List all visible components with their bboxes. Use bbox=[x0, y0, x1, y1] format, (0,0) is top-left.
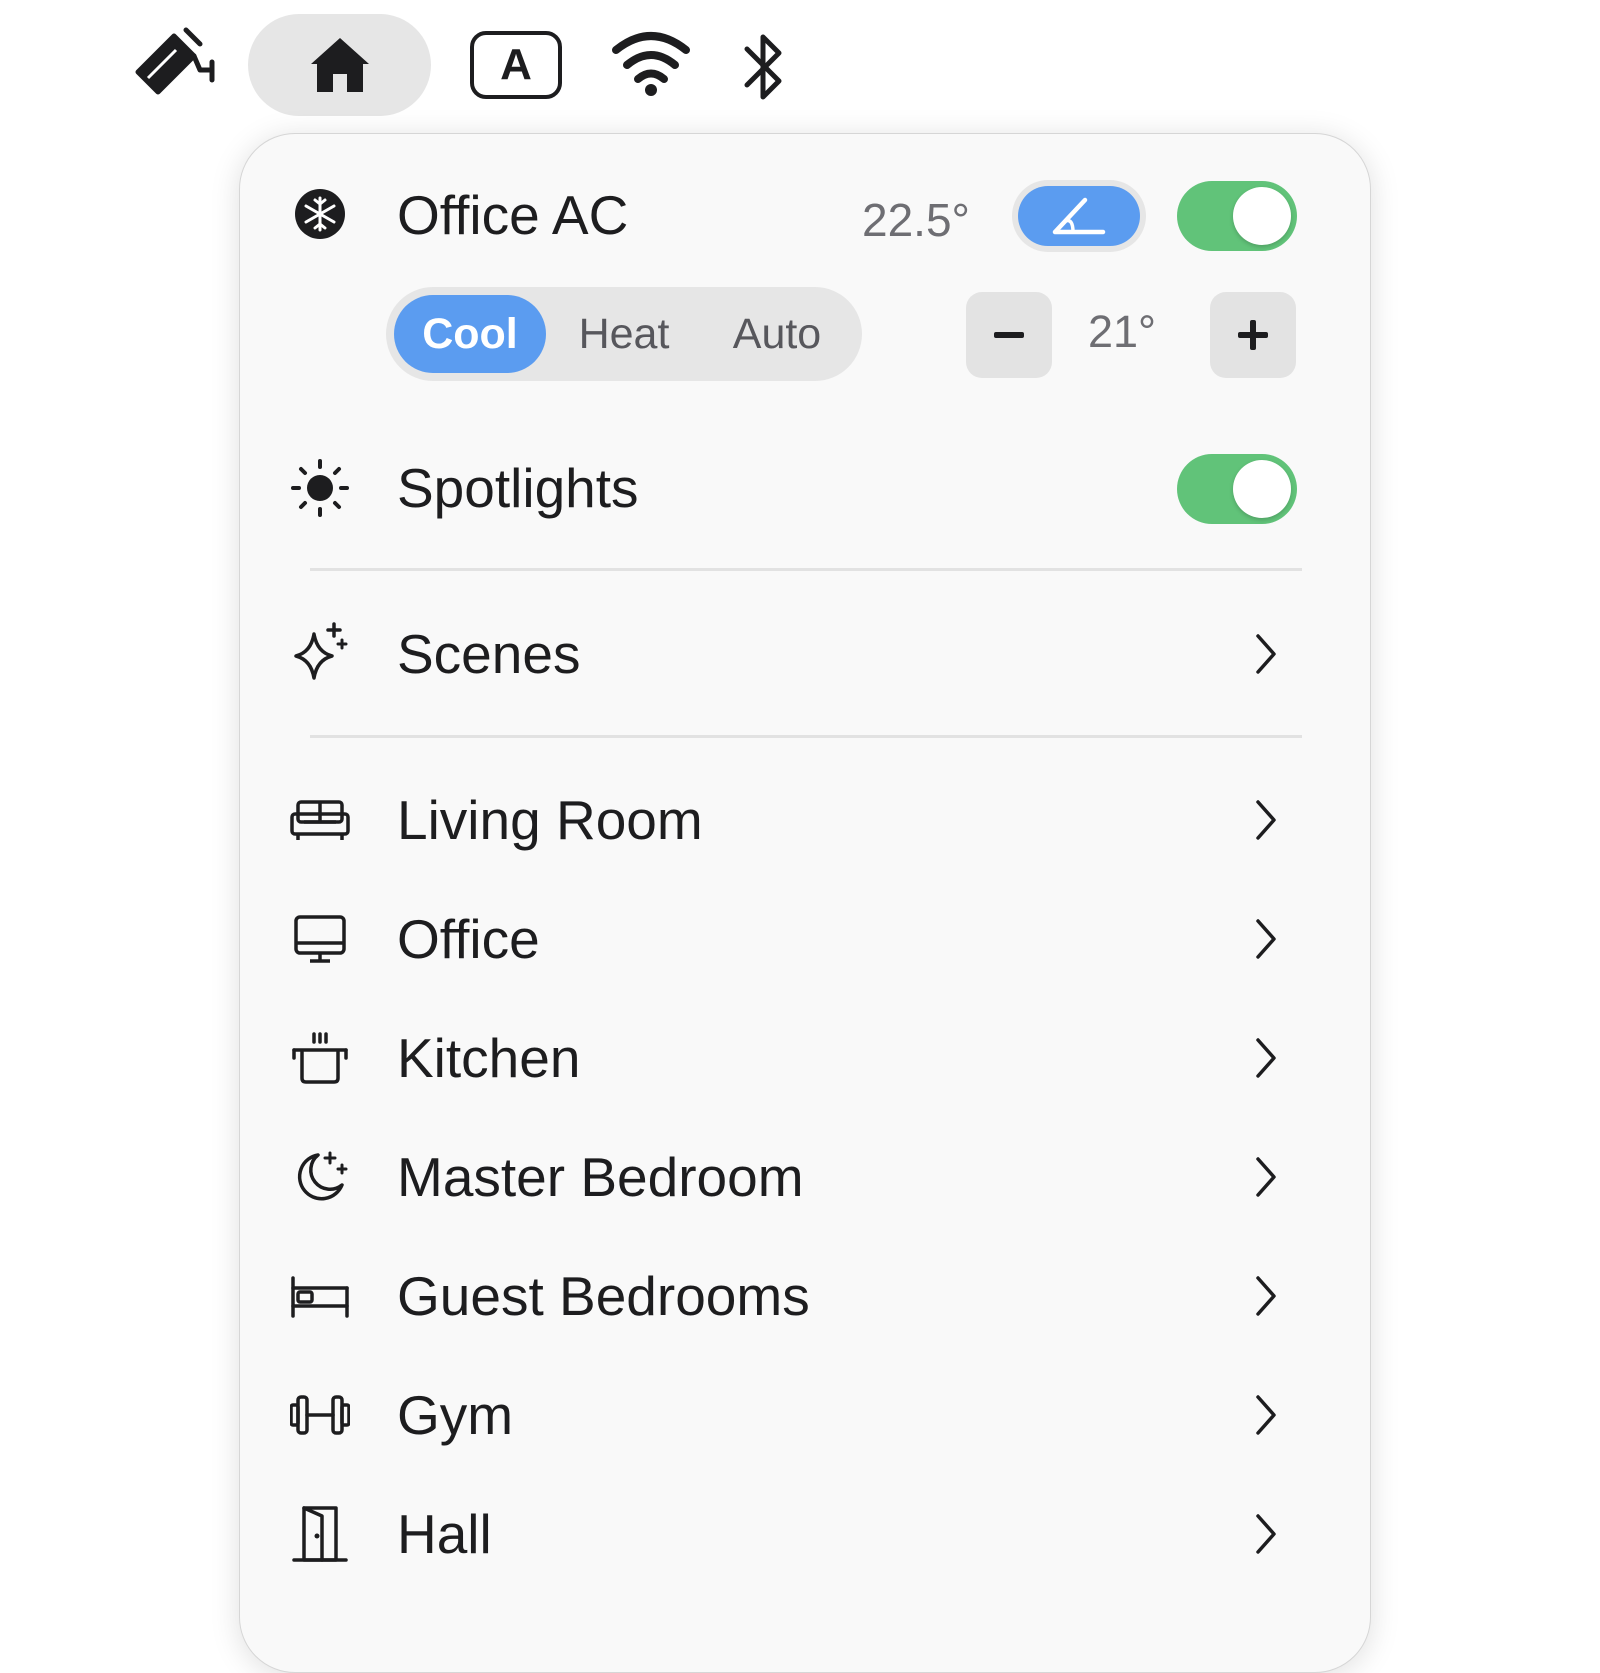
room-label: Living Room bbox=[397, 789, 703, 851]
dumbbell-icon bbox=[290, 1385, 350, 1445]
chevron-right-icon bbox=[1256, 1276, 1276, 1316]
moon-stars-icon bbox=[290, 1147, 350, 1207]
chevron-right-icon bbox=[1256, 1038, 1276, 1078]
spotlights-label: Spotlights bbox=[397, 457, 639, 519]
home-control-panel: Office AC 22.5° Cool Heat Auto 21° Spotl… bbox=[239, 133, 1371, 1673]
sun-icon bbox=[290, 458, 350, 518]
room-label: Gym bbox=[397, 1384, 514, 1446]
divider bbox=[310, 735, 1302, 738]
security-camera-icon[interactable] bbox=[128, 20, 218, 100]
home-menu-button[interactable] bbox=[248, 14, 431, 116]
room-label: Guest Bedrooms bbox=[397, 1265, 810, 1327]
door-icon bbox=[290, 1504, 350, 1564]
mode-cool-option[interactable]: Cool bbox=[394, 295, 546, 373]
ac-name: Office AC bbox=[397, 184, 629, 246]
plus-icon bbox=[1238, 320, 1268, 350]
keyboard-input-menu[interactable]: A bbox=[466, 26, 566, 104]
room-label: Master Bedroom bbox=[397, 1146, 804, 1208]
chevron-right-icon bbox=[1256, 1395, 1276, 1435]
temperature-increment-button[interactable] bbox=[1210, 292, 1296, 378]
ac-mode-selector: Cool Heat Auto bbox=[386, 287, 862, 381]
spotlights-toggle[interactable] bbox=[1177, 454, 1297, 524]
chevron-right-icon bbox=[1256, 800, 1276, 840]
room-label: Office bbox=[397, 908, 540, 970]
keyboard-input-icon: A bbox=[470, 31, 562, 99]
input-source-label: A bbox=[500, 40, 532, 89]
room-label: Hall bbox=[397, 1503, 492, 1565]
toggle-knob bbox=[1233, 460, 1291, 518]
bed-icon bbox=[290, 1266, 350, 1326]
wifi-icon[interactable] bbox=[610, 28, 692, 100]
target-temperature: 21° bbox=[1088, 306, 1157, 357]
toggle-knob bbox=[1233, 187, 1291, 245]
temperature-decrement-button[interactable] bbox=[966, 292, 1052, 378]
chevron-right-icon bbox=[1256, 919, 1276, 959]
sofa-icon bbox=[290, 790, 350, 850]
mode-heat-option[interactable]: Heat bbox=[554, 295, 694, 373]
cooking-pot-icon bbox=[290, 1028, 350, 1088]
room-label: Kitchen bbox=[397, 1027, 581, 1089]
ac-swing-button[interactable] bbox=[1012, 180, 1146, 252]
minus-icon bbox=[994, 332, 1024, 338]
mode-auto-option[interactable]: Auto bbox=[704, 295, 850, 373]
desktop-computer-icon bbox=[290, 909, 350, 969]
ac-power-toggle[interactable] bbox=[1177, 181, 1297, 251]
ac-current-temperature: 22.5° bbox=[862, 194, 970, 246]
sparkles-icon bbox=[290, 622, 350, 682]
divider bbox=[310, 568, 1302, 571]
bluetooth-icon[interactable] bbox=[736, 24, 792, 110]
scenes-label: Scenes bbox=[397, 623, 581, 685]
swing-angle-icon bbox=[1052, 197, 1106, 235]
home-icon bbox=[310, 38, 369, 92]
menu-bar: A bbox=[0, 0, 1600, 125]
snowflake-icon bbox=[290, 184, 350, 244]
chevron-right-icon bbox=[1256, 634, 1276, 674]
chevron-right-icon bbox=[1256, 1157, 1276, 1197]
chevron-right-icon bbox=[1256, 1514, 1276, 1554]
